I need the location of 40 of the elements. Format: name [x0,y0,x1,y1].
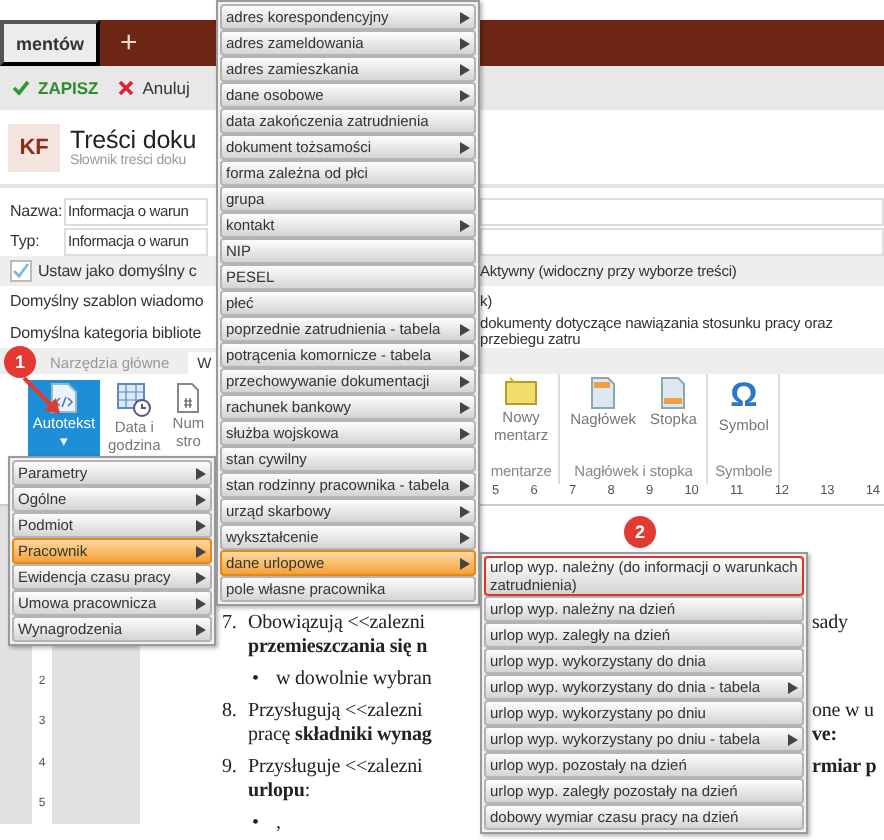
document-text: sady [812,612,850,636]
bullet-mark: • [252,812,261,836]
checkbox-label: Ustaw jako domyślny c [38,262,197,280]
save-button[interactable]: ZAPISZ [12,78,99,98]
pointer-arrow [20,374,64,418]
input-field[interactable] [480,197,884,225]
cancel-button[interactable]: Anuluj [118,78,190,98]
check-icon [12,80,30,96]
comment-note-icon [503,376,540,408]
page-footer-icon [660,376,687,410]
document-text: pracę składniki wynag [248,724,432,746]
document-text: ve: [812,724,839,748]
document-text: urlopu: [248,780,310,802]
document-text: w dowolnie wybran [276,668,432,690]
list-number: 9. [222,756,239,780]
page-title: Treści doku [70,126,197,154]
document-text: przemieszczania się n [248,636,428,658]
document-text: Obowiązują <<zalezni [248,612,425,634]
tab[interactable]: mentów [0,20,101,66]
document-text: , [276,812,281,834]
app-badge: KF [8,123,60,171]
list-number: 7. [222,612,239,636]
field-label: Nazwa: [10,202,58,220]
bullet-mark: • [252,668,261,692]
page-header-icon [590,376,617,410]
field-label: Domyślna kategoria bibliote [10,323,202,341]
document-text: one w u [812,700,876,724]
new-tab-button[interactable]: + [100,20,158,66]
input-field[interactable] [480,227,884,255]
document-code-icon [50,382,78,414]
document-text: Przysługują <<zalezni [248,700,423,722]
close-icon [118,80,135,96]
checkbox[interactable] [10,260,32,282]
document-text: Przysługuje <<zalezni [248,756,423,778]
list-number: 8. [222,700,239,724]
page-number-icon [176,382,201,414]
field-label: Domyślny szablon wiadomo [10,292,204,310]
calendar-clock-icon [116,382,153,418]
document-text: rmiar p [812,756,879,780]
field-label: Typ: [10,232,42,250]
